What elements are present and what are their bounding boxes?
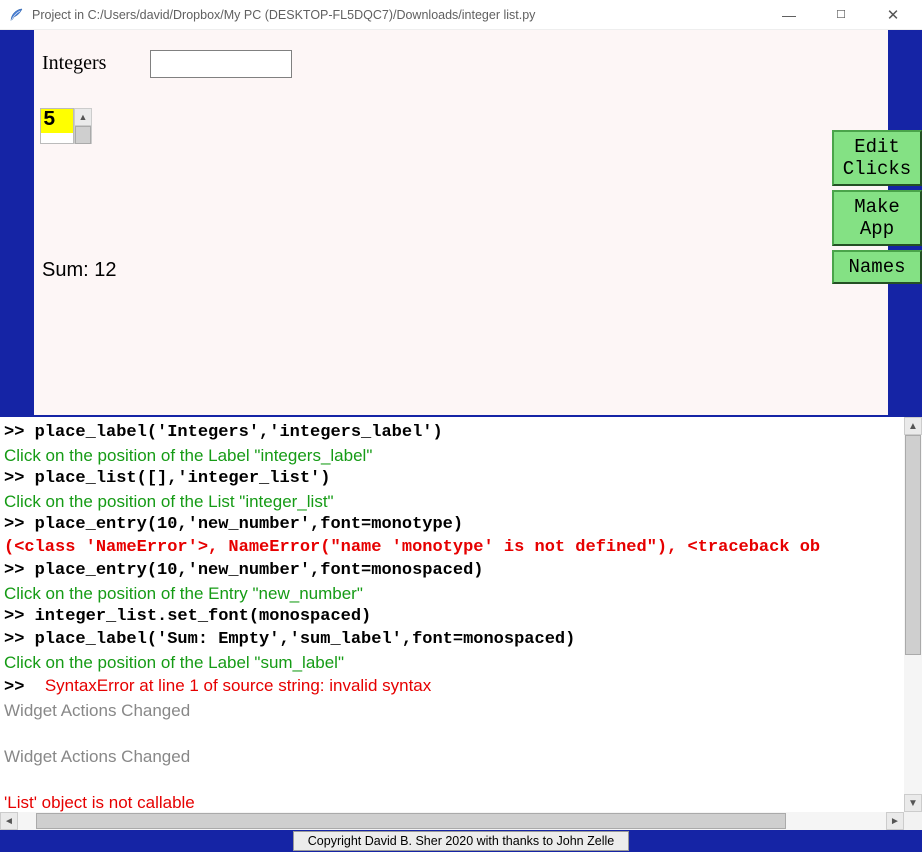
console-hscrollbar[interactable]: ◄ ► — [0, 812, 904, 830]
console-line: >> integer_list.set_font(monospaced) — [4, 605, 900, 628]
app-icon — [8, 7, 24, 23]
maximize-button[interactable]: ☐ — [826, 8, 856, 21]
console-vscrollbar[interactable]: ▲ ▼ — [904, 417, 922, 812]
integers-label: Integers — [42, 52, 106, 75]
console-text[interactable]: >> place_label('Integers','integers_labe… — [0, 417, 904, 812]
console: >> place_label('Integers','integers_labe… — [0, 415, 922, 830]
side-buttons: Edit Clicks Make App Names — [832, 130, 922, 288]
make-app-button[interactable]: Make App — [832, 190, 922, 246]
console-line: >> place_entry(10,'new_number',font=mono… — [4, 559, 900, 582]
window-title: Project in C:/Users/david/Dropbox/My PC … — [32, 8, 774, 22]
list-item[interactable]: 5 — [41, 109, 73, 133]
console-line: >> place_label('Sum: Empty','sum_label',… — [4, 628, 900, 651]
app-canvas: Integers 5 ▲ ▼ Sum: 12 Edit Clicks Make … — [0, 30, 922, 415]
console-line — [4, 722, 900, 745]
scroll-down-icon[interactable]: ▼ — [904, 794, 922, 812]
scroll-right-icon[interactable]: ► — [886, 812, 904, 830]
console-line: >> place_label('Integers','integers_labe… — [4, 421, 900, 444]
console-line: Click on the position of the List "integ… — [4, 490, 900, 513]
console-line: >> place_entry(10,'new_number',font=mono… — [4, 513, 900, 536]
scroll-left-icon[interactable]: ◄ — [0, 812, 18, 830]
list-items-container[interactable]: 5 — [40, 108, 74, 144]
titlebar: Project in C:/Users/david/Dropbox/My PC … — [0, 0, 922, 30]
scroll-thumb[interactable] — [75, 126, 91, 144]
sum-label: Sum: 12 — [42, 259, 116, 282]
scroll-thumb-h[interactable] — [36, 813, 786, 829]
integer-listbox[interactable]: 5 ▲ ▼ — [40, 108, 92, 144]
names-button[interactable]: Names — [832, 250, 922, 284]
close-button[interactable]: ✕ — [878, 6, 908, 24]
console-line: (<class 'NameError'>, NameError("name 'm… — [4, 536, 900, 559]
listbox-scrollbar[interactable]: ▲ ▼ — [74, 108, 92, 144]
minimize-button[interactable]: — — [774, 7, 804, 23]
scroll-thumb-v[interactable] — [905, 435, 921, 655]
copyright-label: Copyright David B. Sher 2020 with thanks… — [293, 831, 629, 851]
scroll-up-icon[interactable]: ▲ — [904, 417, 922, 435]
scroll-up-icon[interactable]: ▲ — [74, 108, 92, 126]
console-line — [4, 768, 900, 791]
console-line: >> SyntaxError at line 1 of source strin… — [4, 674, 900, 699]
scroll-track-h[interactable] — [18, 812, 886, 830]
console-line: 'List' object is not callable — [4, 791, 900, 812]
scroll-corner — [904, 812, 922, 830]
scroll-track-v[interactable] — [904, 435, 922, 794]
edit-clicks-button[interactable]: Edit Clicks — [832, 130, 922, 186]
footer: Copyright David B. Sher 2020 with thanks… — [0, 830, 922, 852]
new-number-entry[interactable] — [150, 50, 292, 78]
console-line: >> place_list([],'integer_list') — [4, 467, 900, 490]
console-line: Widget Actions Changed — [4, 699, 900, 722]
console-line: Click on the position of the Label "sum_… — [4, 651, 900, 674]
console-line: Click on the position of the Label "inte… — [4, 444, 900, 467]
console-line: Widget Actions Changed — [4, 745, 900, 768]
console-line: Click on the position of the Entry "new_… — [4, 582, 900, 605]
window-controls: — ☐ ✕ — [774, 6, 908, 24]
